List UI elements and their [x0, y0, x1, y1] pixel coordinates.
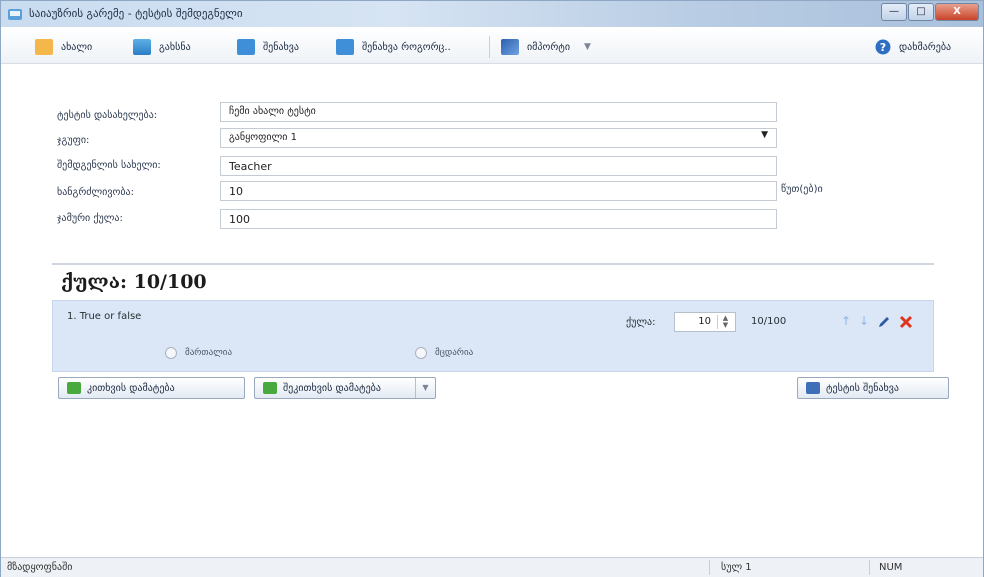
- divider: [52, 263, 934, 265]
- chevron-down-icon[interactable]: ▼: [584, 42, 591, 52]
- help-icon: ?: [875, 39, 891, 55]
- toolbar-separator: [489, 36, 490, 58]
- save-as-icon: [336, 39, 354, 55]
- author-label: შემდგენლის სახელი:: [57, 160, 161, 171]
- question-score-label: ქულა:: [626, 317, 656, 328]
- add-question-button[interactable]: კითხვის დამატება: [58, 377, 245, 399]
- option-false-radio[interactable]: მცდარია: [415, 347, 473, 359]
- question-score-total: 10/100: [751, 316, 787, 327]
- open-label: გახსნა: [159, 41, 191, 53]
- status-bar: მზადყოფნაში სულ 1 NUM: [1, 557, 983, 577]
- save-button[interactable]: შენახვა: [237, 37, 299, 57]
- add-answer-label: შეკითხვის დამატება: [283, 382, 381, 394]
- save-label: შენახვა: [263, 41, 299, 53]
- group-label: ჯგუფი:: [57, 135, 90, 146]
- word-document-icon: [501, 39, 519, 55]
- question-score-value: 10: [698, 316, 711, 327]
- status-separator: [869, 560, 870, 575]
- radio-button-icon: [165, 347, 177, 359]
- stepper-arrows-icon[interactable]: ▲ ▼: [717, 315, 733, 329]
- max-score-input[interactable]: 100: [220, 209, 777, 229]
- save-test-label: ტესტის შენახვა: [826, 382, 899, 394]
- new-label: ახალი: [61, 41, 93, 53]
- status-separator: [709, 560, 710, 575]
- save-as-button[interactable]: შენახვა როგორც..: [336, 37, 451, 57]
- close-button[interactable]: X: [935, 3, 979, 21]
- help-button[interactable]: ? დახმარება: [875, 37, 951, 57]
- radio-button-icon: [415, 347, 427, 359]
- duration-unit: წუთ(ებ)ი: [781, 184, 823, 195]
- save-as-label: შენახვა როგორც..: [362, 41, 451, 53]
- save-test-button[interactable]: ტესტის შენახვა: [797, 377, 949, 399]
- open-folder-icon: [133, 39, 151, 55]
- window-title: საიაუზრის გარემე - ტესტის შემდეგნელი: [29, 7, 243, 20]
- group-value: განყოფილი 1: [229, 132, 297, 143]
- duration-input[interactable]: 10: [220, 181, 777, 201]
- import-button[interactable]: იმპორტი ▼: [501, 37, 591, 57]
- move-up-icon[interactable]: ↑: [841, 314, 851, 328]
- group-select[interactable]: განყოფილი 1 ▼: [220, 128, 777, 148]
- save-disk-icon: [806, 382, 820, 394]
- add-green-icon: [263, 382, 277, 394]
- option-true-label: მართალია: [185, 348, 233, 358]
- move-down-icon[interactable]: ↓: [859, 314, 869, 328]
- status-text: მზადყოფნაში: [7, 562, 73, 573]
- new-file-icon: [35, 39, 53, 55]
- option-false-label: მცდარია: [435, 348, 474, 358]
- help-label: დახმარება: [899, 41, 952, 53]
- add-answer-button[interactable]: შეკითხვის დამატება ▼: [254, 377, 436, 399]
- maximize-button[interactable]: □: [908, 3, 934, 21]
- delete-icon[interactable]: [899, 315, 913, 329]
- test-name-label: ტესტის დასახელება:: [57, 110, 158, 121]
- add-question-label: კითხვის დამატება: [87, 382, 175, 394]
- save-disk-icon: [237, 39, 255, 55]
- chevron-down-icon[interactable]: ▼: [761, 130, 768, 140]
- option-true-radio[interactable]: მართალია: [165, 347, 232, 359]
- minimize-button[interactable]: —: [881, 3, 907, 21]
- test-name-input[interactable]: ჩემი ახალი ტესტი: [220, 102, 777, 122]
- score-summary: ქულა: 10/100: [61, 271, 207, 293]
- edit-pencil-icon[interactable]: [877, 315, 891, 329]
- max-score-label: ჯამური ქულა:: [57, 213, 123, 224]
- question-panel[interactable]: 1. True or false ქულა: 10 ▲ ▼ 10/100 ↑ ↓ …: [52, 300, 934, 372]
- title-bar: საიაუზრის გარემე - ტესტის შემდეგნელი — □…: [1, 1, 983, 27]
- add-green-icon: [67, 382, 81, 394]
- open-button[interactable]: გახსნა: [133, 37, 191, 57]
- status-page: სულ 1: [721, 562, 752, 573]
- toolbar: ახალი გახსნა შენახვა შენახვა როგორც.. იმ…: [1, 28, 983, 64]
- app-window: საიაუზრის გარემე - ტესტის შემდეგნელი — □…: [0, 0, 984, 577]
- chevron-down-icon[interactable]: ▼: [415, 378, 435, 398]
- status-num: NUM: [879, 562, 903, 573]
- app-icon: [8, 9, 22, 20]
- question-title: 1. True or false: [67, 311, 142, 322]
- new-button[interactable]: ახალი: [35, 37, 92, 57]
- svg-text:?: ?: [880, 41, 886, 54]
- question-score-stepper[interactable]: 10 ▲ ▼: [674, 312, 736, 332]
- duration-label: ხანგრძლივობა:: [57, 187, 134, 198]
- import-label: იმპორტი: [527, 41, 571, 53]
- window-controls: — □ X: [880, 3, 979, 21]
- author-input[interactable]: Teacher: [220, 156, 777, 176]
